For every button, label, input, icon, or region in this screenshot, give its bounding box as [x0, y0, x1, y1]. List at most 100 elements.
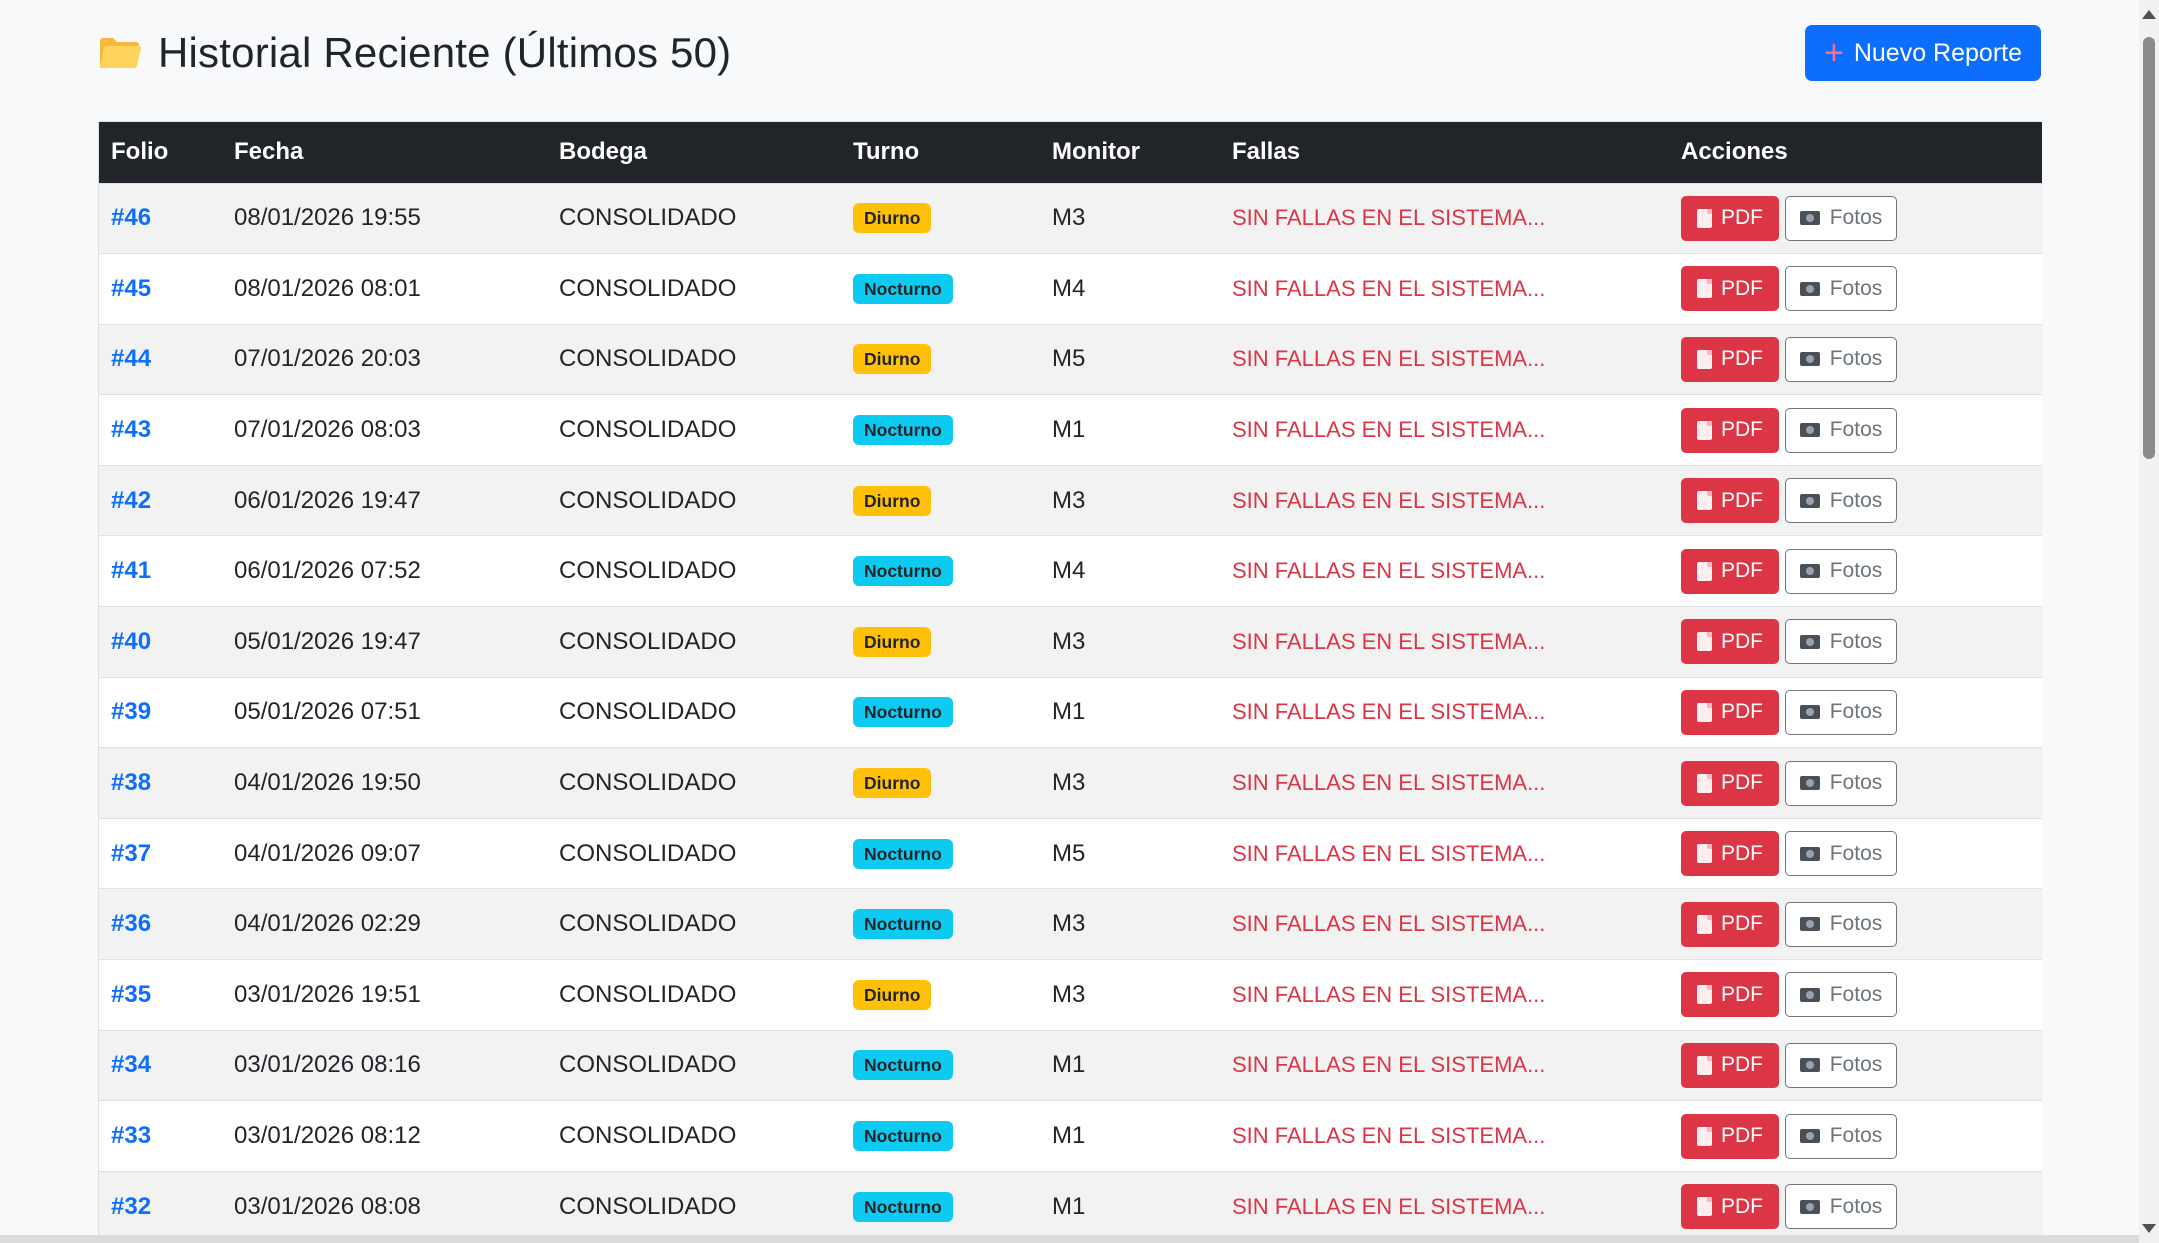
pdf-button[interactable]: PDF	[1681, 831, 1779, 877]
cell-acciones: PDF Fotos	[1669, 960, 2042, 1031]
cell-monitor: M1	[1052, 1051, 1086, 1079]
fotos-button[interactable]: Fotos	[1785, 1184, 1897, 1230]
cell-acciones: PDF Fotos	[1669, 677, 2042, 748]
folio-link[interactable]: #45	[111, 275, 151, 302]
folio-link[interactable]: #41	[111, 557, 151, 584]
fotos-button-label: Fotos	[1829, 1194, 1883, 1218]
table-row: #36 04/01/2026 02:29 CONSOLIDADO Nocturn…	[99, 888, 2042, 960]
folio-link[interactable]: #35	[111, 981, 151, 1008]
cell-fecha: 05/01/2026 07:51	[234, 698, 421, 726]
fotos-button[interactable]: Fotos	[1785, 336, 1897, 382]
pdf-button[interactable]: PDF	[1681, 619, 1779, 665]
pdf-button[interactable]: PDF	[1681, 689, 1779, 735]
pdf-button[interactable]: PDF	[1681, 548, 1779, 594]
fotos-button[interactable]: Fotos	[1785, 1042, 1897, 1088]
cell-folio: #38	[99, 748, 222, 819]
cell-fecha: 03/01/2026 19:51	[234, 980, 421, 1008]
cell-folio: #45	[99, 254, 222, 325]
fotos-button[interactable]: Fotos	[1785, 760, 1897, 806]
folio-link[interactable]: #44	[111, 345, 151, 372]
cell-acciones: PDF Fotos	[1669, 536, 2042, 607]
fotos-button[interactable]: Fotos	[1785, 689, 1897, 735]
pdf-button[interactable]: PDF	[1681, 972, 1779, 1018]
folio-link[interactable]: #33	[111, 1122, 151, 1149]
fotos-button[interactable]: Fotos	[1785, 195, 1897, 241]
row-actions: PDF Fotos	[1681, 1184, 2030, 1230]
fotos-button[interactable]: Fotos	[1785, 972, 1897, 1018]
cell-bodega: CONSOLIDADO	[559, 345, 737, 373]
fotos-button-label: Fotos	[1829, 700, 1883, 724]
cell-fecha: 06/01/2026 19:47	[234, 486, 421, 514]
pdf-button[interactable]: PDF	[1681, 1042, 1779, 1088]
folio-link[interactable]: #46	[111, 204, 151, 231]
folio-link[interactable]: #36	[111, 910, 151, 937]
pdf-button[interactable]: PDF	[1681, 901, 1779, 947]
cell-monitor: M1	[1052, 416, 1086, 444]
table-row: #32 03/01/2026 08:08 CONSOLIDADO Nocturn…	[99, 1171, 2042, 1242]
pdf-button[interactable]: PDF	[1681, 195, 1779, 241]
fallas-text: SIN FALLAS EN EL SISTEMA...	[1232, 275, 1546, 301]
pdf-button[interactable]: PDF	[1681, 1184, 1779, 1230]
cell-folio: #34	[99, 1030, 222, 1101]
fotos-button-label: Fotos	[1829, 1053, 1883, 1077]
fotos-button[interactable]: Fotos	[1785, 548, 1897, 594]
folio-link[interactable]: #42	[111, 487, 151, 514]
page-header: Historial Reciente (Últimos 50) + Nuevo …	[98, 22, 2041, 84]
scroll-thumb[interactable]	[2143, 37, 2155, 459]
folio-link[interactable]: #32	[111, 1193, 151, 1220]
cell-fallas: SIN FALLAS EN EL SISTEMA...	[1220, 1171, 1669, 1242]
fotos-button[interactable]: Fotos	[1785, 407, 1897, 453]
cell-monitor: M1	[1052, 1122, 1086, 1150]
scroll-up-arrow-icon[interactable]	[2142, 10, 2156, 19]
turno-badge: Nocturno	[853, 909, 953, 940]
row-actions: PDF Fotos	[1681, 619, 2030, 665]
cell-folio: #46	[99, 183, 222, 254]
fallas-text: SIN FALLAS EN EL SISTEMA...	[1232, 1193, 1546, 1219]
cell-bodega: CONSOLIDADO	[559, 910, 737, 938]
cell-acciones: PDF Fotos	[1669, 1101, 2042, 1172]
pdf-button[interactable]: PDF	[1681, 760, 1779, 806]
new-report-button-label: Nuevo Reporte	[1853, 38, 2022, 67]
folio-link[interactable]: #37	[111, 840, 151, 867]
table-row: #43 07/01/2026 08:03 CONSOLIDADO Nocturn…	[99, 394, 2042, 466]
fotos-button[interactable]: Fotos	[1785, 1113, 1897, 1159]
cell-monitor: M3	[1052, 769, 1086, 797]
pdf-button-label: PDF	[1721, 206, 1763, 230]
folio-link[interactable]: #39	[111, 698, 151, 725]
turno-badge: Diurno	[853, 485, 932, 516]
page: Historial Reciente (Últimos 50) + Nuevo …	[0, 0, 2159, 1243]
cell-monitor: M1	[1052, 698, 1086, 726]
pdf-button[interactable]: PDF	[1681, 266, 1779, 312]
table-row: #34 03/01/2026 08:16 CONSOLIDADO Nocturn…	[99, 1030, 2042, 1101]
cell-monitor: M5	[1052, 345, 1086, 373]
fotos-button[interactable]: Fotos	[1785, 619, 1897, 665]
cell-fallas: SIN FALLAS EN EL SISTEMA...	[1220, 324, 1669, 395]
pdf-button[interactable]: PDF	[1681, 1113, 1779, 1159]
pdf-button[interactable]: PDF	[1681, 478, 1779, 524]
fotos-button[interactable]: Fotos	[1785, 478, 1897, 524]
fotos-button[interactable]: Fotos	[1785, 901, 1897, 947]
scroll-down-arrow-icon[interactable]	[2142, 1224, 2156, 1233]
turno-badge: Diurno	[853, 768, 932, 799]
new-report-button[interactable]: + Nuevo Reporte	[1804, 25, 2041, 81]
fallas-text: SIN FALLAS EN EL SISTEMA...	[1232, 840, 1546, 866]
pdf-button[interactable]: PDF	[1681, 407, 1779, 453]
folio-link[interactable]: #40	[111, 628, 151, 655]
column-header-acciones: Acciones	[1681, 138, 1788, 166]
pdf-button[interactable]: PDF	[1681, 336, 1779, 382]
pdf-button-label: PDF	[1721, 629, 1763, 653]
fotos-button[interactable]: Fotos	[1785, 266, 1897, 312]
cell-turno: Diurno	[841, 748, 1040, 819]
cell-folio: #44	[99, 324, 222, 395]
folio-link[interactable]: #43	[111, 416, 151, 443]
fallas-text: SIN FALLAS EN EL SISTEMA...	[1232, 770, 1546, 796]
vertical-scrollbar[interactable]	[2139, 0, 2159, 1243]
fotos-button[interactable]: Fotos	[1785, 831, 1897, 877]
fallas-text: SIN FALLAS EN EL SISTEMA...	[1232, 558, 1546, 584]
folio-link[interactable]: #38	[111, 769, 151, 796]
table-row: #45 08/01/2026 08:01 CONSOLIDADO Nocturn…	[99, 253, 2042, 325]
cell-fallas: SIN FALLAS EN EL SISTEMA...	[1220, 677, 1669, 748]
cell-folio: #40	[99, 607, 222, 678]
folio-link[interactable]: #34	[111, 1051, 151, 1078]
camera-icon	[1799, 281, 1820, 296]
